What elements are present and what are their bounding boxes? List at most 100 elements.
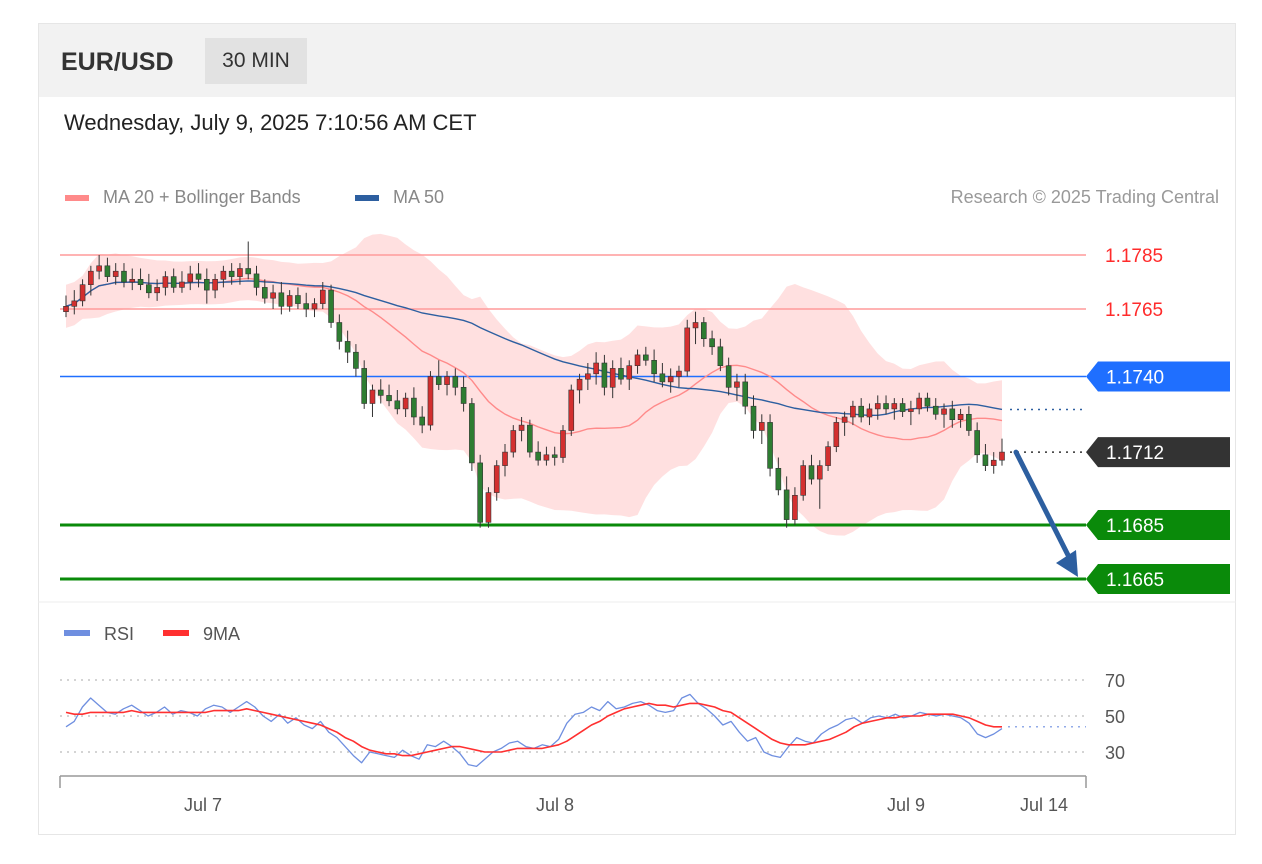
candle-body <box>659 373 666 383</box>
resistance-label: 1.1785 <box>1105 246 1163 267</box>
candle-body <box>783 489 790 520</box>
candle-body <box>593 362 599 375</box>
price-level-labels: 1.1785 1.1765 1.1740 1.1712 1.1685 1.1665 <box>1086 246 1230 594</box>
candle-body <box>874 403 881 410</box>
candle-body <box>96 265 102 272</box>
candle-body <box>543 454 550 461</box>
ma9-swatch <box>163 630 189 636</box>
candle <box>833 417 840 453</box>
candle-body <box>286 295 293 307</box>
candle-body <box>858 405 864 418</box>
candle-body <box>949 408 956 420</box>
candle-body <box>477 462 483 523</box>
candle-body <box>303 303 310 310</box>
x-tick-label: Jul 7 <box>184 795 222 815</box>
rsi-line <box>65 693 1003 768</box>
candle-body <box>825 446 831 466</box>
candle-body <box>170 276 177 288</box>
candle-body <box>841 416 848 423</box>
candle-body <box>311 303 318 310</box>
candle-body <box>692 322 699 329</box>
pivot-label: 1.1740 <box>1106 368 1164 389</box>
candle-body <box>187 273 194 283</box>
candle-body <box>121 270 127 283</box>
candle-body <box>932 405 939 415</box>
candle-body <box>419 416 425 426</box>
candle-body <box>527 424 533 453</box>
candle-body <box>485 492 492 523</box>
candle-body <box>667 376 674 383</box>
x-axis: Jul 7 Jul 8 Jul 9 Jul 14 <box>59 775 1087 815</box>
candle-body <box>394 400 401 410</box>
rsi-panel: 70 50 30 <box>60 671 1125 768</box>
candle-body <box>750 405 757 431</box>
candle-body <box>63 305 69 312</box>
candle-body <box>162 276 169 288</box>
candle-body <box>104 265 111 277</box>
candle-body <box>626 365 633 380</box>
candle <box>568 384 575 436</box>
candle-body <box>195 273 202 280</box>
candle-body <box>502 451 508 466</box>
candle <box>427 371 434 431</box>
candle-body <box>154 287 160 294</box>
candle-body <box>278 292 285 307</box>
candle-body <box>585 373 591 380</box>
candle-body <box>974 430 980 456</box>
candle-body <box>651 359 657 375</box>
candle-body <box>742 381 749 407</box>
candle-body <box>717 346 724 366</box>
candle-body <box>725 365 732 388</box>
candle-body <box>866 408 873 418</box>
rsi-tick-label: 50 <box>1105 707 1125 727</box>
candle-body <box>568 389 575 431</box>
candle-body <box>643 354 649 361</box>
rsi-ma9-line <box>65 702 1002 757</box>
candle-body <box>601 362 608 388</box>
x-tick-label: Jul 14 <box>1020 795 1068 815</box>
candle-body <box>916 397 922 410</box>
chart-canvas: 1.1785 1.1765 1.1740 1.1712 1.1685 1.1665 RSI… <box>38 233 1236 815</box>
rsi-tick-label: 30 <box>1105 743 1125 763</box>
candle-body <box>228 270 235 277</box>
candle-body <box>212 278 218 291</box>
candle-body <box>999 451 1005 461</box>
candle-body <box>79 284 86 302</box>
candle <box>800 460 807 501</box>
rsi-legend-label: RSI <box>104 624 134 644</box>
rsi-swatch <box>64 630 90 636</box>
candle-body <box>891 403 898 410</box>
candle-body <box>253 273 260 288</box>
candle-body <box>883 403 889 410</box>
candle-body <box>411 397 417 418</box>
candle <box>328 284 334 328</box>
candle-body <box>808 465 815 480</box>
candle-body <box>551 454 558 458</box>
candle-body <box>112 270 119 277</box>
candle-body <box>941 408 947 415</box>
candle-body <box>634 354 641 366</box>
candle-body <box>816 465 823 480</box>
candle-body <box>701 322 707 340</box>
candle-body <box>990 459 997 466</box>
candle-body <box>560 430 566 458</box>
candle-body <box>535 451 541 461</box>
rsi-tick-label: 70 <box>1105 671 1125 691</box>
candle-body <box>386 395 392 402</box>
candle-body <box>353 351 359 369</box>
candle <box>469 398 475 471</box>
support-label: 1.1685 <box>1106 516 1164 537</box>
candle-body <box>71 300 78 307</box>
candle-body <box>319 289 326 304</box>
forecast-arrow <box>1013 449 1078 577</box>
candle-body <box>518 424 525 431</box>
candle-body <box>850 405 856 418</box>
candle <box>477 454 483 528</box>
candle-body <box>576 378 583 391</box>
candle-body <box>344 341 351 353</box>
candle-body <box>982 454 989 466</box>
candle-body <box>957 413 964 420</box>
candle-body <box>402 397 409 410</box>
candle-body <box>220 270 227 280</box>
support-label: 1.1665 <box>1106 570 1164 591</box>
